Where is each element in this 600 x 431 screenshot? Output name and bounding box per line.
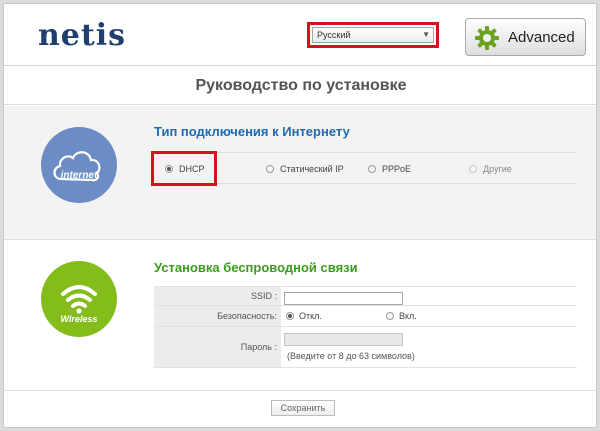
security-on-label: Вкл. bbox=[399, 311, 417, 321]
advanced-button[interactable]: Advanced bbox=[465, 18, 586, 56]
password-hint: (Введите от 8 до 63 символов) bbox=[287, 351, 415, 361]
radio-other[interactable] bbox=[469, 165, 477, 173]
app-window: netis Русский ▼ Advanced Руководство по … bbox=[3, 3, 597, 428]
wireless-badge-label: Wireless bbox=[60, 314, 98, 324]
wireless-badge: Wireless bbox=[41, 261, 117, 337]
option-other-label: Другие bbox=[483, 164, 512, 174]
radio-security-on[interactable] bbox=[386, 312, 394, 320]
language-highlight: Русский ▼ bbox=[307, 22, 439, 48]
radio-security-off[interactable] bbox=[286, 312, 294, 320]
advanced-button-label: Advanced bbox=[508, 29, 575, 46]
chevron-down-icon: ▼ bbox=[422, 30, 430, 39]
internet-section-title: Тип подключения к Интернету bbox=[154, 124, 350, 139]
wifi-icon bbox=[61, 285, 97, 314]
wireless-form: SSID : Безопасность: Откл. Вкл. Пароль :… bbox=[154, 286, 577, 368]
netis-logo: netis bbox=[38, 18, 127, 53]
security-row: Безопасность: Откл. Вкл. bbox=[154, 306, 577, 327]
password-label: Пароль : bbox=[154, 327, 281, 367]
radio-pppoe[interactable] bbox=[368, 165, 376, 173]
internet-badge-label: internet bbox=[60, 170, 98, 181]
language-selected-value: Русский bbox=[317, 30, 351, 40]
wireless-section-title: Установка беспроводной связи bbox=[154, 260, 358, 275]
save-button[interactable]: Сохранить bbox=[271, 400, 335, 416]
ssid-label: SSID : bbox=[154, 287, 281, 305]
ssid-row: SSID : bbox=[154, 286, 577, 306]
password-input[interactable] bbox=[284, 333, 403, 346]
radio-static-ip[interactable] bbox=[266, 165, 274, 173]
password-row: Пароль : (Введите от 8 до 63 символов) bbox=[154, 327, 577, 368]
internet-badge: internet bbox=[41, 127, 117, 203]
dhcp-highlight bbox=[151, 151, 217, 186]
internet-section: internet Тип подключения к Интернету DHC… bbox=[4, 106, 596, 240]
header: netis Русский ▼ Advanced bbox=[4, 4, 596, 66]
wireless-section: Wireless Установка беспроводной связи SS… bbox=[4, 241, 596, 391]
title-bar: Руководство по установке bbox=[4, 67, 596, 105]
connection-type-row: DHCP Статический IP PPPoE Другие bbox=[154, 152, 577, 184]
security-off-label: Откл. bbox=[299, 311, 322, 321]
security-label: Безопасность: bbox=[154, 306, 281, 326]
ssid-input[interactable] bbox=[284, 292, 403, 305]
language-select[interactable]: Русский ▼ bbox=[312, 27, 434, 43]
cloud-icon bbox=[53, 151, 101, 182]
option-static-ip-label: Статический IP bbox=[280, 164, 344, 174]
page-title: Руководство по установке bbox=[195, 77, 407, 94]
option-pppoe-label: PPPoE bbox=[382, 164, 412, 174]
gear-icon bbox=[475, 26, 499, 50]
